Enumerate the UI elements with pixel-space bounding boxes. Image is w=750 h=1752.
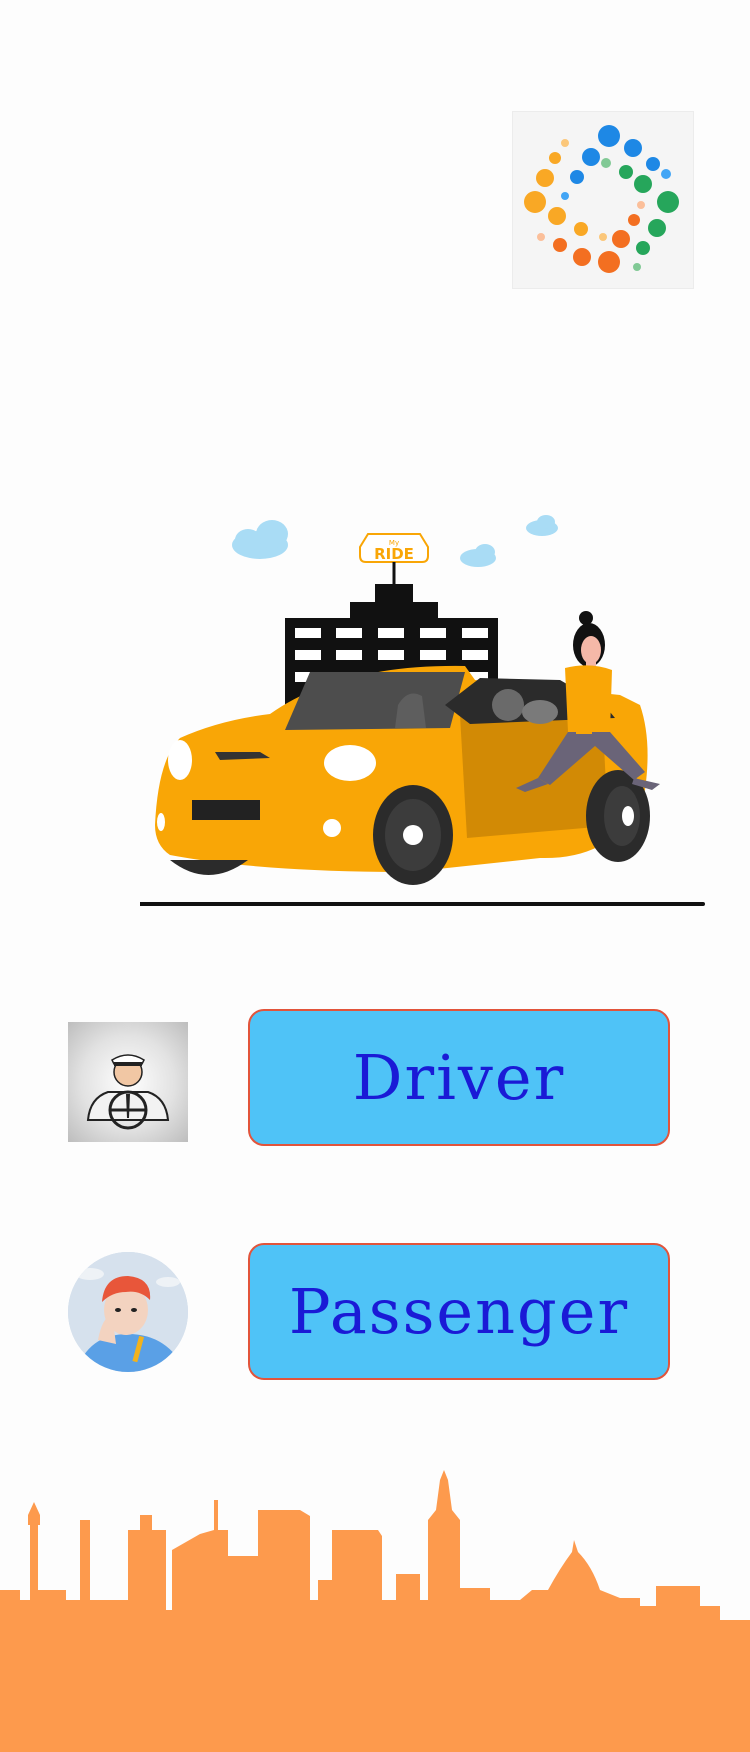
driver-avatar: [68, 1022, 188, 1142]
dots-circle-logo-icon: [524, 125, 679, 273]
driver-button-label: Driver: [352, 1041, 566, 1114]
cloud-icon: [526, 515, 558, 536]
passenger-button[interactable]: Passenger: [248, 1243, 670, 1380]
cloud-icon: [232, 520, 288, 559]
sign-big-text: RIDE: [374, 545, 414, 563]
passenger-avatar: [68, 1252, 188, 1372]
city-skyline-graphic: [0, 1470, 750, 1752]
app-logo: [512, 111, 694, 289]
passenger-button-label: Passenger: [288, 1275, 630, 1348]
driver-button[interactable]: Driver: [248, 1009, 670, 1146]
passenger-avatar-icon: [68, 1252, 188, 1372]
ride-sign: My RIDE: [359, 533, 429, 563]
chauffeur-avatar-icon: [86, 1054, 170, 1130]
front-wheel: [373, 785, 453, 885]
cloud-icon: [460, 544, 496, 567]
taxi-car-with-passenger-illustration: My RIDE: [140, 515, 705, 906]
